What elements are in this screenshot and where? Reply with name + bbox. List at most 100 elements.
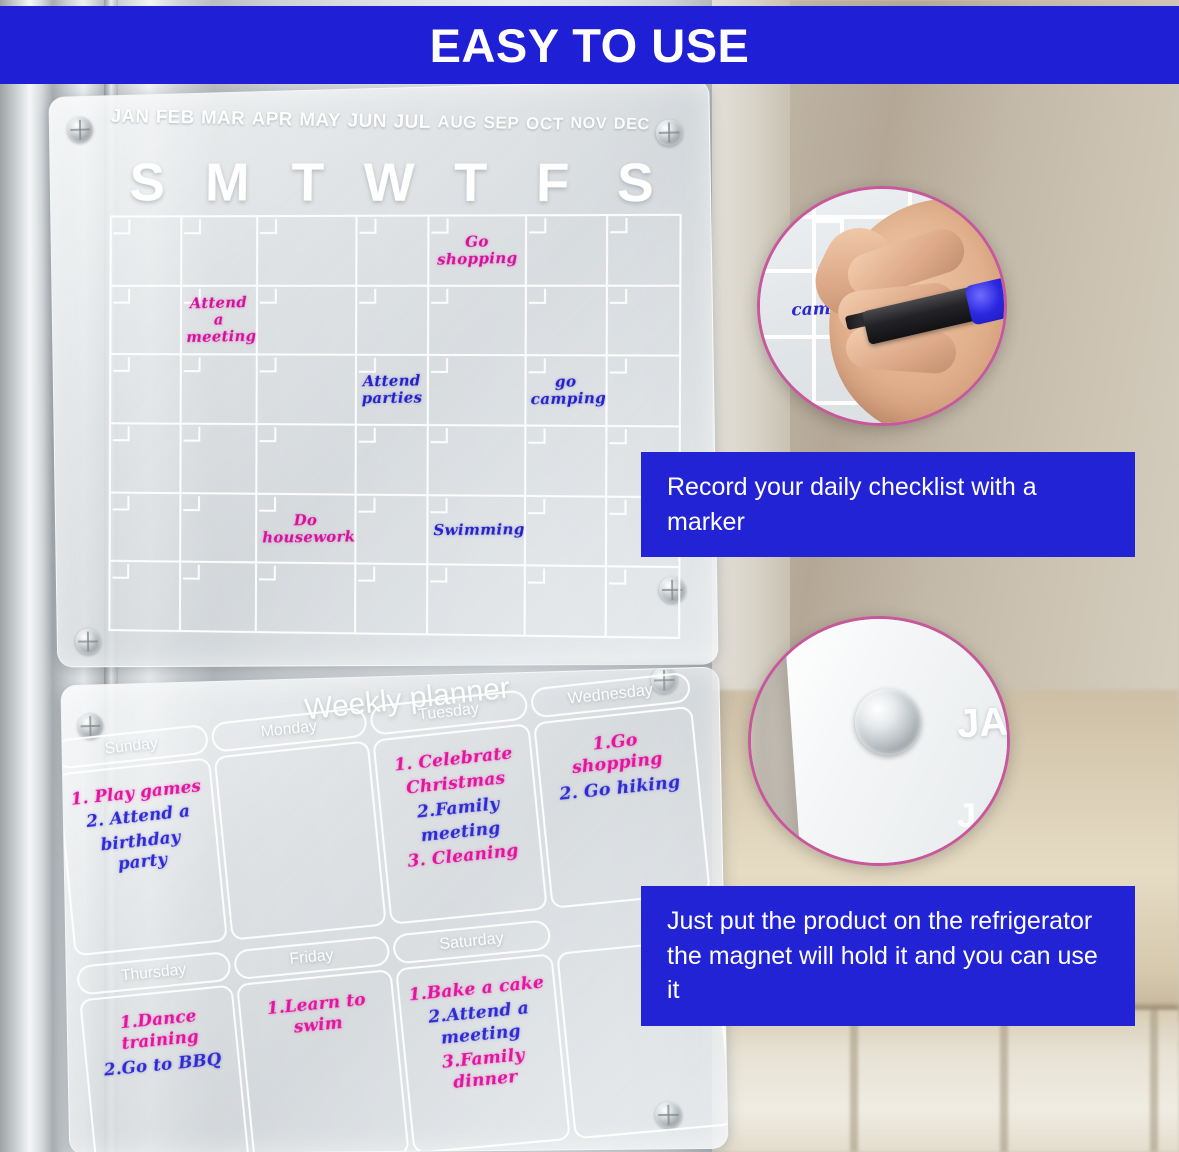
month-cell-r6c3[interactable] [256,563,357,635]
month-cell-r6c6[interactable] [525,566,607,638]
corner-magnet-bottom-left [75,628,101,655]
week-day-cell[interactable]: 1. Celebrate Christmas 2.Family meeting 3. C… [372,723,548,925]
date-box [430,428,448,444]
month-label-oct[interactable]: OCT [526,114,564,135]
month-cell-r3c5[interactable] [428,356,527,427]
month-cell-r1c2[interactable] [182,217,259,287]
weekly-planner-board[interactable]: Weekly planner Sunday 1. Play games 2. Att… [60,666,729,1152]
month-note: Swimming [432,520,525,540]
day-letter-0: S [129,152,166,213]
month-cell-r6c5[interactable] [427,565,526,637]
week-column-sunday[interactable]: Sunday 1. Play games 2. Attend a birthday p… [60,723,228,957]
date-box [183,564,200,580]
month-label-feb[interactable]: FEB [155,107,194,130]
corner-magnet-top-left [67,116,93,143]
month-cell-r5c2[interactable] [181,493,258,564]
date-box [358,427,376,443]
corner-magnet-top-right [655,119,683,147]
month-cell-r3c4[interactable]: Attend parties [356,356,429,427]
month-cell-r1c7[interactable] [607,215,682,287]
date-box [430,567,448,583]
week-note: 1.Learn to swim [265,989,367,1038]
month-cell-r3c6[interactable]: go camping [525,356,608,427]
date-box [430,497,448,514]
month-cell-r1c6[interactable] [526,216,609,287]
date-box [608,569,627,585]
month-cell-r4c1[interactable] [110,424,182,494]
month-abbreviation-strip[interactable]: JAN FEB MAR APR MAY JUN JUL AUG SEP OCT NOV DEC [110,106,650,151]
month-cell-r5c4[interactable] [356,495,429,566]
month-label-jun[interactable]: JUN [347,110,387,133]
week-column-wednesday[interactable]: Wednesday 1.Go shopping 2. Go hiking [529,671,711,909]
month-cell-r2c1[interactable] [111,286,183,356]
month-cell-r2c3[interactable] [257,286,358,357]
month-cell-r4c4[interactable] [356,425,429,496]
day-letter-3: W [363,152,415,213]
month-cell-r1c3[interactable] [258,216,358,287]
date-box [183,357,201,373]
date-box [609,429,627,445]
month-label-jan[interactable]: JAN [110,106,149,129]
month-label-sep[interactable]: SEP [483,113,519,134]
day-letter-2: T [291,152,325,213]
month-cell-r4c2[interactable] [181,424,258,495]
month-cell-r2c4[interactable] [356,286,430,357]
month-cell-r6c1[interactable] [110,562,182,633]
month-cell-r5c6[interactable] [525,496,608,568]
week-column-tuesday[interactable]: Tuesday 1. Celebrate Christmas 2.Family meet… [369,689,548,925]
month-label-may[interactable]: MAY [299,110,341,133]
month-cell-r1c4[interactable] [357,216,430,287]
month-cell-r6c4[interactable] [355,564,429,636]
month-cell-r2c7[interactable] [607,286,682,357]
week-day-cell[interactable] [213,740,387,941]
month-cell-r4c3[interactable] [257,425,357,496]
week-day-cell[interactable]: 1.Go shopping 2. Go hiking [533,705,711,909]
day-letter-1: M [204,152,250,213]
month-label-dec[interactable]: DEC [613,116,650,135]
week-day-cell[interactable]: 1. Play games 2. Attend a birthday party [60,757,228,957]
date-box [259,565,276,581]
monthly-calendar-board[interactable]: JAN FEB MAR APR MAY JUN JUL AUG SEP OCT NOV DEC SMT… [48,78,719,668]
month-cell-r6c7[interactable] [606,567,681,639]
month-cell-r3c2[interactable] [181,355,258,426]
month-label-nov[interactable]: NOV [570,115,607,134]
month-cell-r2c6[interactable] [526,286,608,357]
month-cell-r2c5[interactable] [428,286,527,357]
week-column-monday[interactable]: Monday [210,706,387,941]
date-box [610,218,628,234]
month-cell-r5c5[interactable]: Swimming [428,495,526,567]
month-cell-r2c2[interactable]: Attend a meeting [181,286,259,356]
month-label-jul[interactable]: JUL [393,111,431,134]
month-label-mar[interactable]: MAR [201,108,246,131]
month-cell-r5c3[interactable]: Do housework [257,494,357,565]
month-note: go camping [530,372,607,409]
month-label-apr[interactable]: APR [251,109,293,132]
date-box [113,288,131,304]
date-box [184,219,202,235]
month-cell-r6c2[interactable] [180,562,258,634]
month-cell-r3c1[interactable] [111,355,182,425]
month-cell-r4c5[interactable] [428,426,526,497]
week-column-friday[interactable]: Friday 1.Learn to swim [232,935,410,1152]
week-day-cell[interactable]: 1.Bake a cake 2.Attend a meeting 3.Family … [395,953,571,1152]
date-box [527,428,546,444]
month-cell-r1c1[interactable] [111,217,183,287]
weekly-grid[interactable]: Sunday 1. Play games 2. Attend a birthday p… [60,671,729,1152]
month-cell-r4c6[interactable] [525,426,608,498]
date-box [527,568,545,585]
month-cell-r5c1[interactable] [110,493,182,563]
week-column-thursday[interactable]: Thursday 1.Dance training 2.Go to BBQ [75,950,251,1152]
week-column-saturday[interactable]: Saturday 1.Bake a cake 2.Attend a meeting 3… [391,919,571,1152]
monthly-grid[interactable]: Go shopping Attend a meeting Attend partie… [108,213,682,639]
month-cell-r3c3[interactable] [257,355,357,426]
month-cell-r3c7[interactable] [607,356,682,428]
month-label-aug[interactable]: AUG [437,112,477,133]
date-box [609,499,627,515]
month-note: Do housework [262,510,356,546]
week-day-cell[interactable]: 1.Dance training 2.Go to BBQ [79,984,251,1152]
date-box [183,426,201,442]
week-day-cell[interactable]: 1.Learn to swim [236,969,410,1152]
date-box [112,426,130,442]
month-cell-r1c5[interactable]: Go shopping [429,216,527,287]
date-box [430,358,448,374]
